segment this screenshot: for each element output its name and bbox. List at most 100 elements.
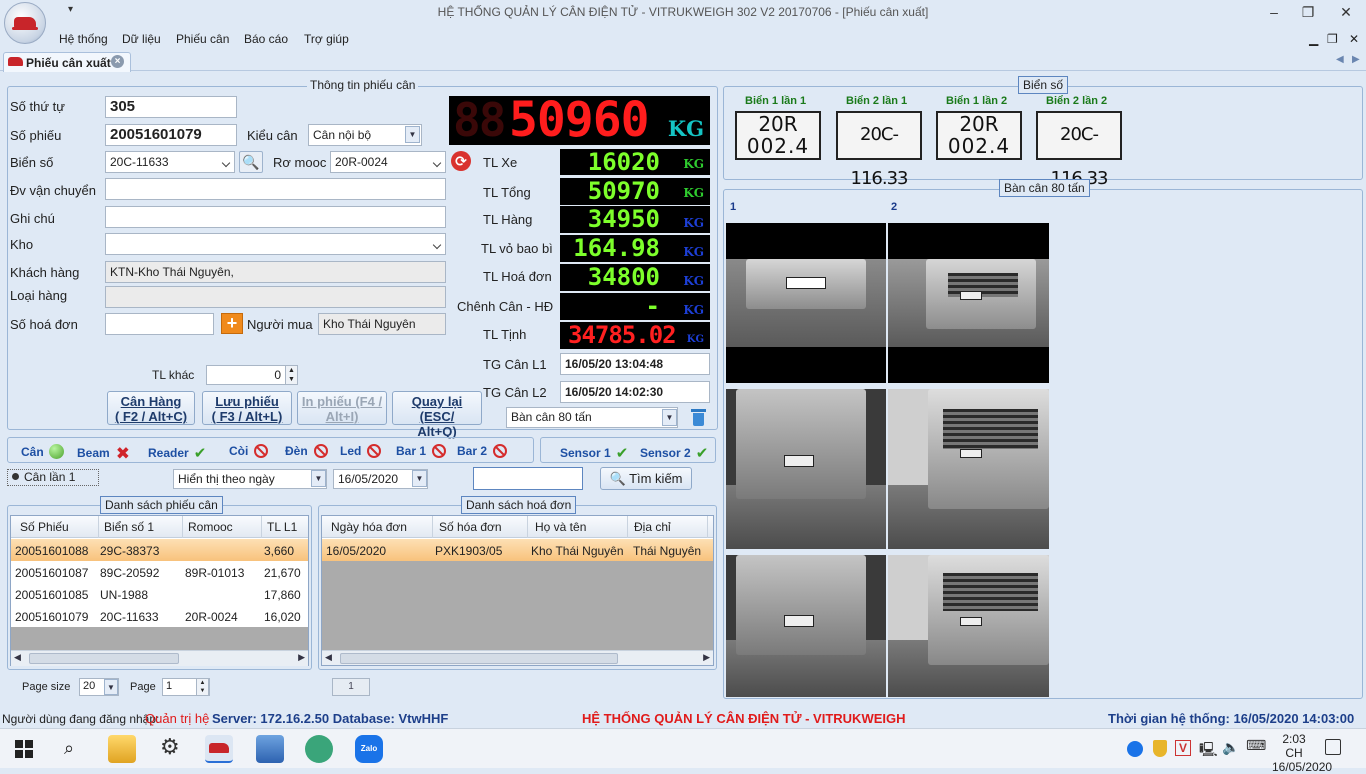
- tl-xe-display: 16020 KG: [560, 149, 710, 175]
- disabled-icon: [313, 444, 328, 458]
- tab-scroll-right-icon[interactable]: ▶: [1352, 54, 1360, 65]
- tl-vo-bao-bi-display: 164.98 KG: [560, 235, 710, 262]
- col-romooc[interactable]: Romooc: [188, 520, 233, 534]
- camera-1c: [726, 555, 886, 697]
- can-lan-1-radio[interactable]: Cân lần 1: [7, 469, 99, 486]
- vitrukweigh-app-icon[interactable]: [205, 735, 233, 763]
- tray-input-icon[interactable]: ⌨: [1246, 737, 1266, 754]
- close-button[interactable]: ✕: [1328, 2, 1364, 22]
- tray-zalo-icon[interactable]: [1127, 741, 1143, 757]
- col-dia-chi[interactable]: Địa chỉ: [634, 520, 671, 534]
- tab-phieu-can-xuat[interactable]: Phiếu cân xuất ×: [3, 52, 131, 72]
- quay-lai-button[interactable]: Quay lại (ESC/Alt+Q): [392, 391, 482, 439]
- tray-network-icon[interactable]: 🖳: [1199, 739, 1218, 763]
- window-title: HỆ THỐNG QUẢN LÝ CÂN ĐIỆN TỬ - VITRUKWEI…: [437, 5, 929, 19]
- phieu-grid: Số Phiếu Biển số 1 Romooc TL L1 20051601…: [10, 515, 309, 666]
- display-mode-select[interactable]: Hiển thị theo ngày: [173, 469, 327, 489]
- camera-2b: [888, 389, 1049, 549]
- plate-1-lan-1-label: Biển 1 lần 1: [745, 95, 807, 107]
- menu-phieu-can[interactable]: Phiếu cân: [176, 32, 229, 46]
- in-phieu-button[interactable]: In phiếu (F4 /Alt+I): [297, 391, 387, 425]
- tray-shield-icon[interactable]: [1153, 740, 1167, 757]
- bien-so-combo[interactable]: 20C-11633: [105, 151, 235, 173]
- minimize-button[interactable]: –: [1256, 2, 1292, 22]
- tab-close-icon[interactable]: ×: [111, 55, 124, 68]
- col-bien-so-1[interactable]: Biển số 1: [104, 520, 154, 534]
- page-size-dropdown-icon[interactable]: ▼: [104, 679, 118, 695]
- menu-du-lieu[interactable]: Dữ liệu: [122, 32, 161, 46]
- page-spinner[interactable]: ▲ ▼: [196, 678, 209, 696]
- kieu-can-dropdown-icon[interactable]: ▼: [405, 126, 420, 143]
- status-bar: Người dùng đang đăng nhập: Quản trị hệ S…: [0, 708, 1366, 728]
- app-green-icon[interactable]: [305, 735, 333, 763]
- display-mode-dropdown-icon[interactable]: ▼: [311, 470, 326, 487]
- ban-can-select[interactable]: Bàn cân 80 tấn: [506, 407, 678, 428]
- col-so-hoa-don[interactable]: Số hóa đơn: [439, 520, 502, 534]
- current-page-indicator[interactable]: 1: [332, 678, 370, 696]
- date-dropdown-icon[interactable]: ▼: [412, 470, 427, 487]
- menu-tro-giup[interactable]: Trợ giúp: [304, 32, 349, 46]
- tg-can-l1-value[interactable]: 16/05/20 13:04:48: [560, 353, 710, 375]
- ghi-chu-input[interactable]: [105, 206, 446, 228]
- nguoi-mua-label: Người mua: [247, 317, 313, 332]
- mdi-restore-button[interactable]: ❐: [1327, 32, 1338, 46]
- tl-hang-display: 34950 KG: [560, 206, 710, 233]
- maximize-button[interactable]: ❐: [1290, 2, 1326, 22]
- table-row[interactable]: 20051601079 20C-11633 20R-0024 16,020: [11, 605, 308, 627]
- settings-gear-icon[interactable]: ⚙: [160, 734, 180, 760]
- phieu-grid-hscroll[interactable]: ◀ ▶: [11, 650, 308, 666]
- so-hoa-don-input[interactable]: [105, 313, 214, 335]
- col-so-phieu[interactable]: Số Phiếu: [20, 520, 69, 534]
- kho-combo[interactable]: [105, 233, 446, 255]
- menu-bao-cao[interactable]: Báo cáo: [244, 32, 288, 46]
- tray-volume-icon[interactable]: 🔈: [1222, 739, 1239, 756]
- error-x-icon: ✖: [115, 444, 130, 463]
- search-plate-button[interactable]: 🔍: [239, 151, 263, 173]
- remote-desktop-icon[interactable]: [256, 735, 284, 763]
- kieu-can-label: Kiểu cân: [247, 128, 298, 143]
- table-row[interactable]: 20051601088 29C-38373 3,660: [11, 539, 308, 561]
- refresh-icon[interactable]: ⟳: [451, 151, 471, 171]
- magnifier-icon: 🔍: [242, 154, 260, 170]
- search-input[interactable]: [473, 467, 583, 490]
- tg-can-l2-value[interactable]: 16/05/20 14:02:30: [560, 381, 710, 403]
- ban-can-dropdown-icon[interactable]: ▼: [662, 409, 677, 426]
- tim-kiem-button[interactable]: 🔍 Tìm kiếm: [600, 467, 692, 490]
- table-row[interactable]: 16/05/2020 PXK1903/05 Kho Thái Nguyên Thái …: [322, 539, 713, 561]
- hoadon-grid-hscroll[interactable]: ◀ ▶: [322, 650, 713, 665]
- tab-scroll-left-icon[interactable]: ◀: [1336, 54, 1344, 65]
- dv-van-chuyen-label: Đv vận chuyển: [10, 183, 96, 198]
- app-logo-button[interactable]: [4, 2, 46, 44]
- trash-icon[interactable]: [691, 407, 706, 427]
- col-ngay-hoa-don[interactable]: Ngày hóa đơn: [331, 520, 407, 534]
- so-thu-tu-input[interactable]: 305: [105, 96, 237, 118]
- add-invoice-icon[interactable]: +: [221, 313, 243, 334]
- menu-he-thong[interactable]: Hệ thống: [59, 32, 108, 46]
- dv-van-chuyen-input[interactable]: [105, 178, 446, 200]
- file-explorer-icon[interactable]: [108, 735, 136, 763]
- col-tl-l1[interactable]: TL L1: [267, 520, 297, 534]
- nguoi-mua-input[interactable]: Kho Thái Nguyên: [318, 313, 446, 335]
- zalo-icon[interactable]: Zalo: [355, 735, 383, 763]
- khach-hang-input[interactable]: KTN-Kho Thái Nguyên,: [105, 261, 446, 283]
- luu-phieu-button[interactable]: Lưu phiếu( F3 / Alt+L): [202, 391, 292, 425]
- col-ho-va-ten[interactable]: Họ và tên: [535, 520, 586, 534]
- can-hang-button[interactable]: Cân Hàng( F2 / Alt+C): [107, 391, 195, 425]
- mdi-close-button[interactable]: ✕: [1349, 32, 1359, 46]
- tl-khac-spinner[interactable]: ▲ ▼: [285, 365, 298, 385]
- so-phieu-input[interactable]: 20051601079: [105, 124, 237, 146]
- mdi-minimize-button[interactable]: ▁: [1309, 32, 1318, 46]
- tl-khac-input[interactable]: 0: [206, 365, 286, 385]
- loai-hang-input[interactable]: [105, 286, 446, 308]
- notification-center-icon[interactable]: [1325, 739, 1341, 755]
- table-row[interactable]: 20051601087 89C-20592 89R-01013 21,670: [11, 561, 308, 583]
- camera-1b: [726, 389, 886, 549]
- ro-mooc-combo[interactable]: 20R-0024: [330, 151, 446, 173]
- windows-start-icon[interactable]: [15, 740, 33, 758]
- chenh-can-unit: KG: [683, 303, 704, 317]
- table-row[interactable]: 20051601085 UN-1988 17,860: [11, 583, 308, 605]
- tl-tinh-display: 34785.02 KG: [560, 322, 710, 349]
- tray-v-icon[interactable]: V: [1175, 740, 1191, 756]
- tl-hang-value: 34950: [587, 206, 660, 233]
- search-icon[interactable]: ⌕: [64, 738, 74, 759]
